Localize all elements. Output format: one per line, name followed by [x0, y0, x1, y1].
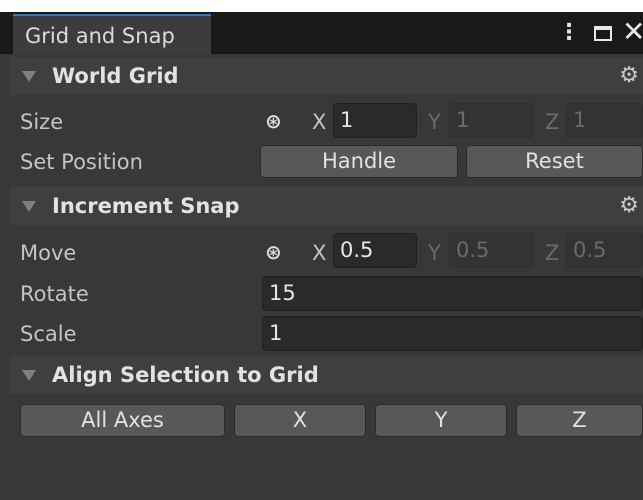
top-strip: [0, 0, 643, 12]
foldout-triangle-icon[interactable]: [22, 201, 36, 212]
align-all-axes-button[interactable]: All Axes: [20, 404, 225, 437]
move-z-field[interactable]: 0.5: [566, 233, 643, 268]
rotate-label: Rotate: [20, 282, 89, 306]
move-y-field[interactable]: 0.5: [449, 233, 533, 268]
section-title: Align Selection to Grid: [52, 363, 319, 387]
handle-button[interactable]: Handle: [260, 145, 458, 178]
size-y-label: Y: [428, 110, 441, 134]
link-icon[interactable]: ⊛: [265, 108, 282, 134]
scale-field[interactable]: 1: [262, 316, 643, 351]
align-z-button[interactable]: Z: [516, 404, 643, 437]
maximize-icon[interactable]: [594, 26, 612, 41]
kebab-menu-icon[interactable]: ⋮: [558, 20, 580, 46]
tab-grid-and-snap[interactable]: Grid and Snap: [13, 14, 211, 54]
move-label: Move: [20, 241, 77, 265]
reset-button[interactable]: Reset: [466, 145, 643, 178]
align-x-button[interactable]: X: [234, 404, 366, 437]
world-grid-header[interactable]: World Grid ⚙: [10, 57, 643, 95]
size-x-label: X: [312, 110, 327, 134]
set-position-label: Set Position: [20, 150, 143, 174]
align-selection-header[interactable]: Align Selection to Grid: [10, 356, 643, 394]
link-icon[interactable]: ⊛: [265, 239, 282, 265]
gear-icon[interactable]: ⚙: [619, 193, 639, 219]
section-title: World Grid: [52, 64, 179, 88]
gear-icon[interactable]: ⚙: [619, 63, 639, 89]
section-title: Increment Snap: [52, 194, 240, 218]
move-y-label: Y: [428, 241, 441, 265]
size-x-field[interactable]: 1: [333, 103, 417, 138]
size-label: Size: [20, 110, 64, 134]
move-z-label: Z: [545, 241, 560, 265]
size-z-field[interactable]: 1: [566, 103, 643, 138]
increment-snap-header[interactable]: Increment Snap ⚙: [10, 187, 643, 225]
align-y-button[interactable]: Y: [375, 404, 507, 437]
move-x-field[interactable]: 0.5: [333, 233, 417, 268]
rotate-field[interactable]: 15: [262, 276, 643, 311]
move-x-label: X: [312, 241, 327, 265]
close-icon[interactable]: ✕: [622, 18, 643, 46]
scale-label: Scale: [20, 322, 77, 346]
foldout-triangle-icon[interactable]: [22, 370, 36, 381]
foldout-triangle-icon[interactable]: [22, 71, 36, 82]
size-z-label: Z: [545, 110, 560, 134]
size-y-field[interactable]: 1: [449, 103, 533, 138]
